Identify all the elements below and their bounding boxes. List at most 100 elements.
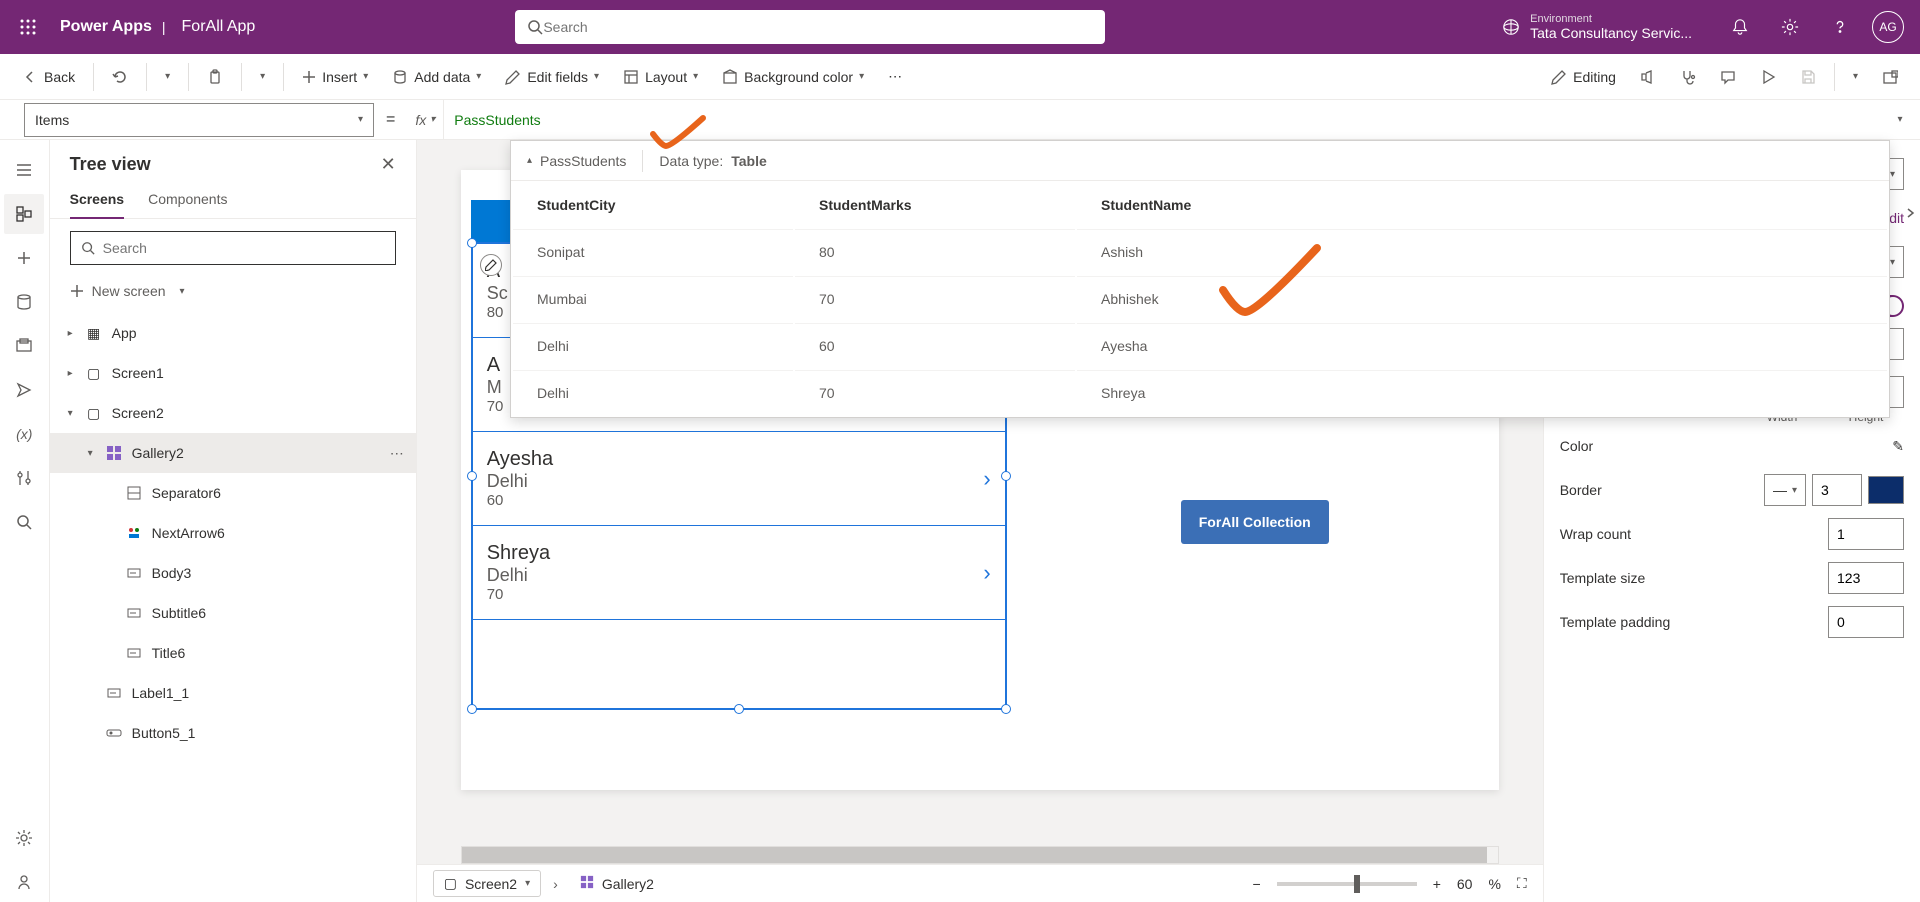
bg-color-button[interactable]: Background color ▾ — [712, 59, 874, 95]
preview-collapse[interactable]: ▴ PassStudents — [527, 153, 626, 169]
rail-hamburger[interactable] — [4, 150, 44, 190]
back-button[interactable]: Back — [12, 59, 85, 95]
gallery-edit-pencil[interactable] — [480, 254, 502, 276]
tree-item-screen1[interactable]: ▸▢Screen1 — [50, 353, 416, 393]
close-tree-button[interactable]: ✕ — [381, 154, 396, 175]
tree-view-title: Tree view — [70, 154, 151, 175]
app-launcher-icon[interactable] — [8, 7, 48, 47]
user-avatar[interactable]: AG — [1872, 11, 1904, 43]
tree-item-subtitle6[interactable]: Subtitle6 — [50, 593, 416, 633]
border-label: Border — [1560, 482, 1602, 498]
equals-sign: = — [386, 111, 395, 129]
fit-to-screen[interactable]: ⛶ — [1517, 875, 1527, 892]
notifications-icon[interactable] — [1718, 5, 1762, 49]
layout-button[interactable]: Layout ▾ — [613, 59, 708, 95]
preview-button[interactable] — [1750, 59, 1786, 95]
brand-label: Power Apps — [60, 18, 152, 36]
global-search[interactable] — [515, 10, 1105, 44]
new-screen-button[interactable]: New screen ▾ — [70, 277, 396, 305]
tab-components[interactable]: Components — [148, 183, 227, 218]
environment-name: Tata Consultancy Servic... — [1530, 25, 1692, 41]
property-selector[interactable]: Items ▾ — [24, 103, 374, 137]
template-padding-input[interactable] — [1828, 606, 1904, 638]
zoom-out[interactable]: − — [1253, 876, 1261, 892]
tree-item-screen2[interactable]: ▾▢Screen2 — [50, 393, 416, 433]
save-menu[interactable]: ▾ — [1843, 59, 1868, 95]
rail-settings[interactable] — [4, 818, 44, 858]
border-color-swatch[interactable] — [1868, 476, 1904, 504]
rail-advanced-tools[interactable] — [4, 458, 44, 498]
editing-mode[interactable]: Editing — [1541, 59, 1626, 95]
breadcrumb-gallery[interactable]: Gallery2 — [570, 871, 664, 896]
share-button[interactable] — [1630, 59, 1666, 95]
pencil-icon — [505, 69, 521, 85]
breadcrumb-screen[interactable]: ▢ Screen2 ▾ — [433, 870, 541, 897]
color-picker-icon[interactable]: ✎ — [1892, 438, 1904, 455]
template-size-label: Template size — [1560, 570, 1646, 586]
rail-insert[interactable] — [4, 238, 44, 278]
preview-table: StudentCity StudentMarks StudentName Son… — [511, 181, 1889, 417]
back-arrow-icon — [22, 69, 38, 85]
fx-label[interactable]: fx ▾ — [407, 112, 443, 128]
environment-icon — [1502, 18, 1520, 36]
tree-item-label1-1[interactable]: Label1_1 — [50, 673, 416, 713]
rail-power-automate[interactable] — [4, 370, 44, 410]
tree-item-title6[interactable]: Title6 — [50, 633, 416, 673]
preview-expand-button[interactable] — [1895, 198, 1920, 228]
screen-icon: ▢ — [84, 363, 104, 383]
zoom-slider[interactable] — [1277, 882, 1417, 886]
gallery-icon — [580, 875, 594, 892]
edit-fields-button[interactable]: Edit fields ▾ — [495, 59, 609, 95]
rail-ask-virtual-agent[interactable] — [4, 862, 44, 902]
rail-variables[interactable]: (x) — [4, 414, 44, 454]
gallery-item[interactable]: Ayesha Delhi 60 › — [473, 432, 1005, 526]
tree-search[interactable] — [70, 231, 396, 265]
tree-search-input[interactable] — [103, 240, 385, 256]
border-style-dropdown[interactable]: —▾ — [1764, 474, 1806, 506]
rail-media[interactable] — [4, 326, 44, 366]
checker-button[interactable] — [1670, 59, 1706, 95]
tree-item-button5-1[interactable]: Button5_1 — [50, 713, 416, 753]
tree-item-more[interactable]: ⋯ — [390, 445, 404, 462]
undo-menu[interactable]: ▾ — [155, 59, 180, 95]
undo-button[interactable] — [102, 59, 138, 95]
save-button[interactable] — [1790, 59, 1826, 95]
environment-picker[interactable]: Environment Tata Consultancy Servic... — [1502, 13, 1692, 41]
settings-icon[interactable] — [1768, 5, 1812, 49]
border-width-input[interactable] — [1812, 474, 1862, 506]
paste-menu[interactable]: ▾ — [250, 59, 275, 95]
paste-button[interactable] — [197, 59, 233, 95]
table-row: Mumbai70Abhishek — [513, 276, 1887, 321]
next-arrow-icon[interactable]: › — [983, 466, 990, 492]
gallery-item[interactable]: Shreya Delhi 70 › — [473, 526, 1005, 620]
tree-item-gallery2[interactable]: ▾Gallery2⋯ — [50, 433, 416, 473]
tab-screens[interactable]: Screens — [70, 183, 124, 219]
forall-collection-button[interactable]: ForAll Collection — [1181, 500, 1329, 544]
more-commands[interactable]: ⋯ — [878, 59, 912, 95]
tree-item-app[interactable]: ▸▦App — [50, 313, 416, 353]
comments-button[interactable] — [1710, 59, 1746, 95]
expand-formula-button[interactable]: ▾ — [1880, 114, 1920, 125]
undo-icon — [112, 69, 128, 85]
template-size-input[interactable] — [1828, 562, 1904, 594]
rail-search[interactable] — [4, 502, 44, 542]
help-icon[interactable] — [1818, 5, 1862, 49]
canvas-hscrollbar[interactable] — [461, 846, 1499, 864]
tree-item-separator6[interactable]: Separator6 — [50, 473, 416, 513]
publish-button[interactable] — [1872, 59, 1908, 95]
tree-item-body3[interactable]: Body3 — [50, 553, 416, 593]
search-input[interactable] — [543, 19, 1093, 35]
color-label: Color — [1560, 438, 1593, 454]
wrap-count-input[interactable] — [1828, 518, 1904, 550]
rail-data[interactable] — [4, 282, 44, 322]
tree-item-nextarrow6[interactable]: NextArrow6 — [50, 513, 416, 553]
zoom-in[interactable]: + — [1433, 876, 1441, 892]
stethoscope-icon — [1680, 69, 1696, 85]
next-arrow-icon[interactable]: › — [983, 560, 990, 586]
fill-icon — [722, 69, 738, 85]
add-data-button[interactable]: Add data ▾ — [382, 59, 491, 95]
rail-tree-view[interactable] — [4, 194, 44, 234]
insert-button[interactable]: Insert ▾ — [292, 59, 378, 95]
plus-icon — [302, 70, 316, 84]
wrap-count-label: Wrap count — [1560, 526, 1631, 542]
